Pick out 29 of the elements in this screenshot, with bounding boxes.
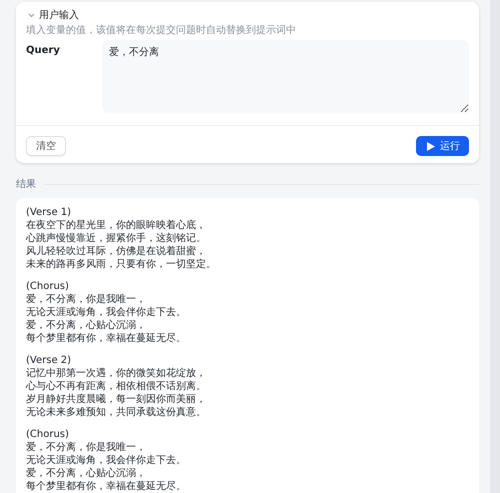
lyric-line: 岁月静好共度晨曦，每一刻因你而美丽，	[26, 393, 207, 406]
section-description: 填入变量的值，该值将在每次提交问题时自动替换到提示词中	[26, 24, 297, 37]
lyric-line: 无论天涯或海角，我会伴你走下去。	[26, 306, 187, 319]
lyric-line: 无论天涯或海角，我会伴你走下去。	[26, 454, 187, 467]
lyric-line: 爱，不分离，你是我唯一，	[26, 293, 147, 306]
lyric-line: 爱，不分离，你是我唯一，	[26, 441, 147, 454]
field-label: Query	[26, 44, 61, 58]
stanza-heading: (Chorus)	[26, 280, 70, 293]
lyric-line: 心与心不再有距离，相依相偎不话别离。	[26, 380, 207, 393]
lyric-line: 记忆中那第一次遇，你的微笑如花绽放，	[26, 367, 207, 380]
lyric-line: 在夜空下的星光里，你的眼眸映着心底，	[26, 219, 207, 232]
lyric-line: 心跳声慢慢靠近，握紧你手，这刻铭记。	[26, 232, 207, 245]
lyric-line: 风儿轻轻吹过耳际，仿佛是在说着甜蜜，	[26, 245, 207, 258]
lyric-line: 每个梦里都有你，幸福在蔓延无尽。	[26, 480, 187, 493]
play-icon	[427, 142, 435, 150]
result-heading: 结果	[16, 178, 36, 191]
clear-button[interactable]: 清空	[26, 136, 66, 156]
stanza-heading: (Verse 1)	[26, 206, 72, 219]
lyric-line: 爱，不分离，心贴心沉溺，	[26, 467, 147, 480]
caret-icon[interactable]	[28, 12, 35, 18]
section-title: 用户输入	[39, 8, 79, 22]
stanza-heading: (Verse 2)	[26, 354, 72, 367]
run-button[interactable]: 运行	[416, 136, 469, 156]
lyric-line: 爱，不分离，心贴心沉溺，	[26, 319, 147, 332]
lyric-line: 每个梦里都有你，幸福在蔓延无尽。	[26, 332, 187, 345]
stanza-heading: (Chorus)	[26, 428, 70, 441]
lyric-line: 无论未来多难预知，共同承载这份真意。	[26, 406, 207, 419]
lyric-line: 未来的路再多风雨，只要有你，一切坚定。	[26, 258, 217, 271]
query-field[interactable]: 爱，不分离	[102, 40, 469, 113]
